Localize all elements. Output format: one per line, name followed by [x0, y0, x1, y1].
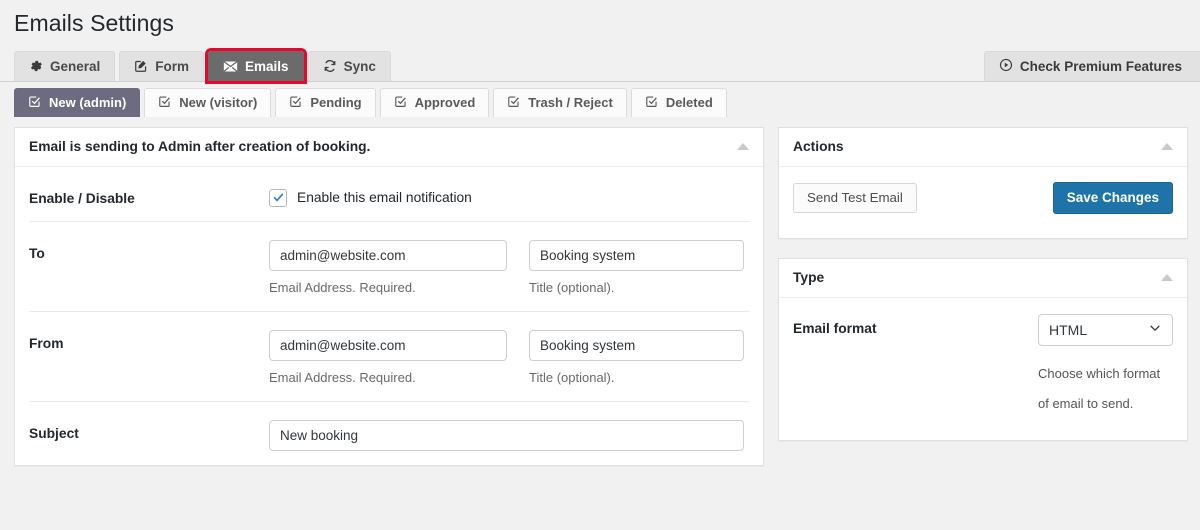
from-email-hint: Email Address. Required. — [269, 369, 416, 385]
to-email-group: Email Address. Required. — [269, 239, 507, 297]
subtab-pending-label: Pending — [310, 95, 362, 111]
to-title-input[interactable] — [529, 239, 744, 271]
to-label: To — [29, 245, 45, 261]
subtab-approved-label: Approved — [414, 95, 476, 111]
chevron-down-icon — [1148, 321, 1162, 338]
check-square-icon — [28, 95, 41, 111]
subtab-new-visitor[interactable]: New (visitor) — [144, 87, 272, 117]
subtab-deleted[interactable]: Deleted — [630, 87, 727, 117]
row-subject: Subject — [29, 400, 749, 465]
subtab-trash-reject[interactable]: Trash / Reject — [493, 87, 627, 117]
page-title: Emails Settings — [14, 10, 175, 36]
email-settings-panel-title: Email is sending to Admin after creation… — [29, 139, 371, 155]
subtab-new-admin-label: New (admin) — [49, 95, 127, 111]
row-to: To Email Address. Required. Title (optio… — [29, 220, 749, 311]
subject-label: Subject — [29, 425, 79, 441]
type-panel: Type Email format HTML Choose which form… — [778, 257, 1188, 441]
triangle-up-icon[interactable] — [1161, 143, 1173, 151]
email-format-value: HTML — [1049, 321, 1088, 338]
subtab-new-admin[interactable]: New (admin) — [14, 87, 141, 117]
triangle-up-icon[interactable] — [737, 143, 749, 151]
check-square-icon — [394, 95, 407, 111]
gear-icon — [29, 59, 43, 73]
enable-disable-label: Enable / Disable — [29, 190, 135, 206]
to-title-hint: Title (optional). — [529, 279, 615, 295]
email-settings-panel: Email is sending to Admin after creation… — [14, 126, 764, 466]
type-panel-body: Email format HTML Choose which format of… — [779, 298, 1187, 440]
main-column: Email is sending to Admin after creation… — [14, 126, 764, 466]
email-settings-panel-body: Enable / Disable Enable this email notif… — [15, 167, 763, 465]
edit-square-icon — [134, 59, 148, 73]
send-test-email-button[interactable]: Send Test Email — [793, 182, 917, 213]
actions-panel-body: Send Test Email Save Changes — [779, 167, 1187, 238]
from-title-group: Title (optional). — [529, 329, 744, 387]
premium-label: Check Premium Features — [1019, 58, 1182, 74]
subtab-new-visitor-label: New (visitor) — [179, 95, 258, 111]
check-premium-features-button[interactable]: Check Premium Features — [983, 50, 1200, 81]
play-circle-icon — [999, 58, 1013, 75]
subject-input[interactable] — [269, 419, 744, 451]
email-type-tab-bar: New (admin) New (visitor) Pending Approv… — [0, 80, 1200, 117]
check-square-icon — [645, 95, 658, 111]
enable-checkbox-wrap: Enable this email notification — [269, 185, 472, 207]
settings-content: Email is sending to Admin after creation… — [0, 117, 1200, 466]
subtab-pending[interactable]: Pending — [275, 87, 376, 117]
email-settings-panel-header: Email is sending to Admin after creation… — [15, 128, 763, 167]
tab-emails[interactable]: Emails — [205, 47, 307, 84]
type-panel-header: Type — [779, 259, 1187, 298]
check-square-icon — [507, 95, 520, 111]
actions-panel: Actions Send Test Email Save Changes — [778, 126, 1188, 239]
from-title-input[interactable] — [529, 329, 744, 361]
check-square-icon — [158, 95, 171, 111]
type-panel-title: Type — [793, 270, 825, 286]
tab-general-label: General — [50, 58, 101, 74]
row-from: From Email Address. Required. Title (opt… — [29, 310, 749, 401]
subtab-trash-reject-label: Trash / Reject — [528, 95, 613, 111]
from-title-hint: Title (optional). — [529, 369, 615, 385]
refresh-icon — [323, 59, 337, 73]
to-email-hint: Email Address. Required. — [269, 279, 416, 295]
to-email-input[interactable] — [269, 239, 507, 271]
subtab-deleted-label: Deleted — [665, 95, 713, 111]
tab-general[interactable]: General — [14, 50, 116, 81]
subject-group — [269, 419, 744, 451]
enable-email-checkbox[interactable] — [269, 188, 287, 207]
email-format-hint: Choose which format of email to send. — [1038, 365, 1161, 412]
email-format-select[interactable]: HTML — [1038, 313, 1173, 346]
side-column: Actions Send Test Email Save Changes Typ… — [778, 126, 1188, 441]
email-format-label: Email format — [793, 320, 877, 336]
settings-tab-bar: General Form Emails Sync Check Premium F… — [0, 47, 1200, 84]
tab-sync-label: Sync — [343, 58, 376, 74]
triangle-up-icon[interactable] — [1161, 274, 1173, 282]
row-enable-disable: Enable / Disable Enable this email notif… — [29, 167, 749, 221]
enable-email-checkbox-label: Enable this email notification — [297, 190, 472, 206]
envelope-icon — [223, 60, 238, 73]
subtab-approved[interactable]: Approved — [379, 87, 490, 117]
actions-panel-title: Actions — [793, 139, 844, 155]
from-label: From — [29, 335, 64, 351]
save-changes-button[interactable]: Save Changes — [1052, 181, 1173, 214]
check-square-icon — [289, 95, 302, 111]
actions-panel-header: Actions — [779, 128, 1187, 167]
tab-emails-label: Emails — [245, 58, 289, 74]
tab-form[interactable]: Form — [119, 50, 205, 81]
from-email-input[interactable] — [269, 329, 507, 361]
to-title-group: Title (optional). — [529, 239, 744, 297]
tab-sync[interactable]: Sync — [307, 50, 391, 81]
email-format-field: HTML Choose which format of email to sen… — [1038, 313, 1173, 420]
from-email-group: Email Address. Required. — [269, 329, 507, 387]
tab-form-label: Form — [155, 58, 190, 74]
